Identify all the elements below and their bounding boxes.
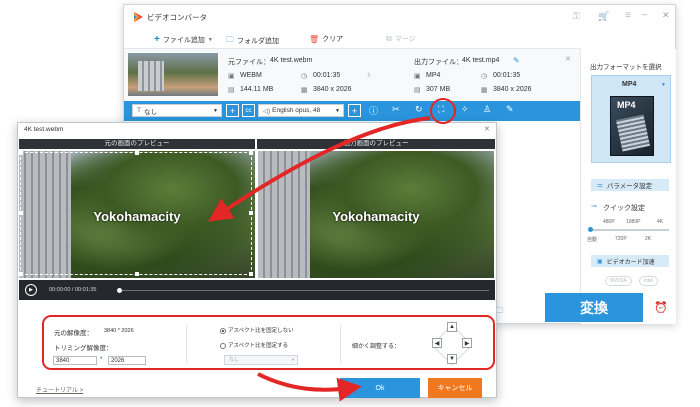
- annotation-arrows: [208, 116, 431, 402]
